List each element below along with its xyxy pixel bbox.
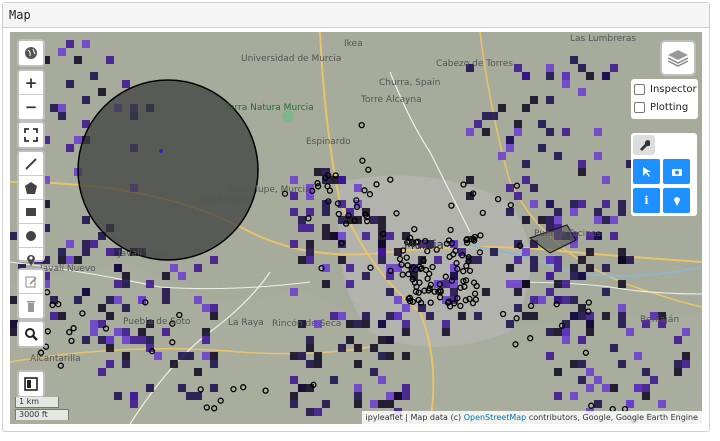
- pointer-icon[interactable]: [633, 159, 660, 184]
- map-pin-icon[interactable]: [663, 188, 690, 213]
- polygon-icon[interactable]: [19, 176, 43, 200]
- camera-icon[interactable]: [663, 159, 690, 184]
- map-label: Guadalupe, Murcia: [226, 185, 311, 195]
- map-label: Universidad de Murcia: [241, 54, 342, 64]
- map-label: Torre Alcayna: [361, 95, 422, 105]
- globe-icon[interactable]: [19, 41, 43, 65]
- fullscreen-icon[interactable]: [19, 123, 43, 147]
- plotting-label: Plotting: [650, 101, 689, 113]
- map-label: Murcia: [404, 238, 444, 252]
- osm-link[interactable]: OpenStreetMap: [464, 413, 527, 422]
- map-base: [10, 32, 702, 424]
- map-label: Beniaján: [640, 315, 680, 325]
- attribution-suffix: contributors, Google, Google Earth Engin…: [526, 413, 698, 422]
- map-label: Puente Tocinos: [534, 229, 601, 239]
- map-label: Alcantarilla: [30, 354, 81, 364]
- delete-icon[interactable]: [19, 294, 43, 318]
- panel-title: Map: [3, 3, 709, 28]
- scale-imperial: 3000 ft: [15, 409, 69, 420]
- split-map-icon[interactable]: [19, 372, 43, 396]
- inspector-label: Inspector: [650, 83, 697, 95]
- inspector-checkbox-row[interactable]: Inspector: [631, 81, 698, 97]
- globe-control[interactable]: [17, 39, 45, 67]
- map-label: Churra, Spain: [379, 78, 441, 88]
- zoom-control: + −: [17, 69, 45, 121]
- rectangle-icon[interactable]: [19, 200, 43, 224]
- inspector-checkbox[interactable]: [634, 83, 645, 95]
- zoom-in-button[interactable]: +: [19, 71, 43, 95]
- map-canvas[interactable]: Las Lumbreras Universidad de Murcia Ikea…: [10, 32, 702, 424]
- scale-metric: 1 km: [15, 397, 59, 408]
- plotting-checkbox-row[interactable]: Plotting: [631, 99, 698, 115]
- layers-control[interactable]: [660, 40, 696, 76]
- map-label: Espinardo: [306, 137, 351, 147]
- map-label: Las Lumbreras: [570, 34, 637, 44]
- info-icon[interactable]: i: [633, 188, 660, 213]
- scale-bar: 1 km 3000 ft: [15, 397, 69, 420]
- zoom-out-button[interactable]: −: [19, 95, 43, 119]
- attribution-prefix: ipyleaflet | Map data (c): [365, 413, 464, 422]
- map-label: Guadalupe: [199, 195, 248, 205]
- wrench-icon[interactable]: [633, 135, 655, 155]
- map-label: Javalí Nuevo: [40, 264, 96, 274]
- edit-icon[interactable]: [19, 270, 43, 294]
- map-label: Ikea: [344, 39, 363, 49]
- circle-icon[interactable]: [19, 224, 43, 248]
- map-label: Rincón de Seca: [272, 319, 342, 329]
- attribution: ipyleaflet | Map data (c) OpenStreetMap …: [361, 411, 702, 424]
- map-label: La Raya: [228, 318, 264, 328]
- layers-icon[interactable]: [667, 48, 689, 68]
- search-icon[interactable]: [19, 322, 43, 346]
- polyline-icon[interactable]: [19, 152, 43, 176]
- tool-panel: i: [631, 133, 697, 216]
- checkbox-panel: Inspector Plotting: [631, 79, 698, 119]
- draw-toolbar: [17, 150, 45, 266]
- map-label: Javalí Viejo: [118, 249, 167, 259]
- edit-toolbar: [17, 268, 45, 320]
- map-label: Puebla de Soto: [123, 317, 191, 327]
- map-label: Cabezo de Torres: [436, 59, 513, 69]
- fullscreen-control[interactable]: [17, 121, 45, 149]
- plotting-checkbox[interactable]: [634, 101, 645, 113]
- map-label: Terra Natura Murcia: [225, 103, 314, 113]
- split-map-control[interactable]: [17, 370, 45, 398]
- search-control[interactable]: [17, 320, 45, 348]
